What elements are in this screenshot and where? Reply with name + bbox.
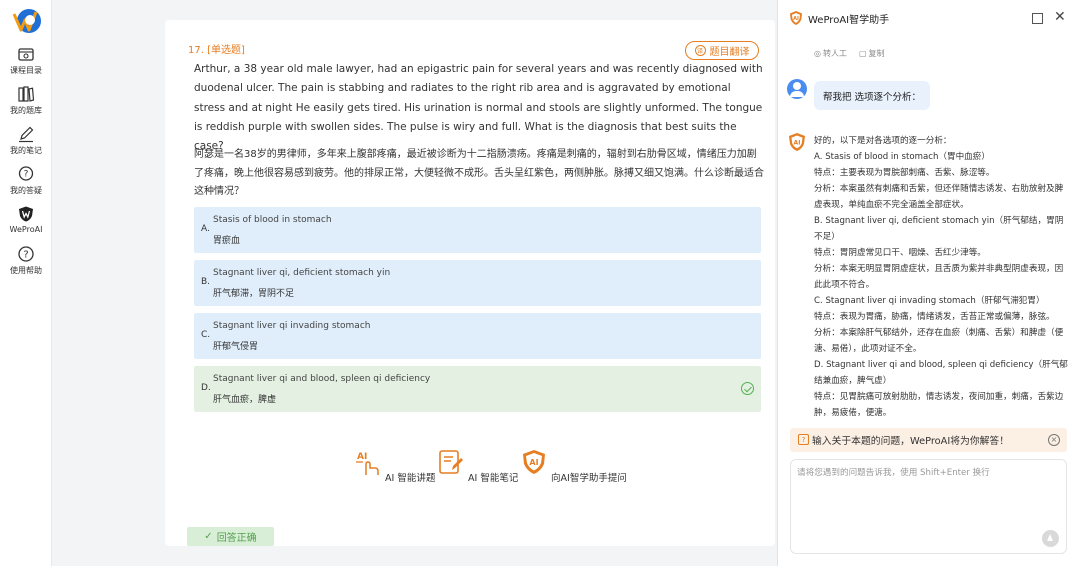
user-avatar [787,79,807,99]
translate-icon: 译 [694,45,706,56]
question-number: 17. [单选题] [188,45,245,56]
nav-item-course-catalog[interactable]: 课程目录 [0,45,52,76]
nav-label: 我的答疑 [10,186,42,195]
nav-label: 我的笔记 [10,146,42,155]
ai-line: C. Stagnant liver qi invading stomach（肝郁… [814,296,1045,306]
app-logo-icon [12,9,41,33]
option-letter: D. [201,383,211,393]
message-actions: ◎ 转人工 ▢ 复制 [814,48,885,59]
svg-text:AI: AI [793,16,799,22]
nav-item-weproai[interactable]: WeProAI [0,205,52,234]
help-icon: ? [18,246,34,262]
left-nav: 课程目录 我的题库 我的笔记 ? 我的答疑 WeProAI ? 使用帮助 [0,0,52,566]
bottom-strip [165,557,775,566]
action-label: 转人工 [822,49,847,58]
nav-item-my-notes[interactable]: 我的笔记 [0,125,52,156]
nav-label: 课程目录 [10,66,42,75]
option-text-cn: 肝气血瘀，脾虚 [213,395,277,405]
ai-notes-button[interactable]: AI 智能笔记 [437,448,518,484]
ai-response: 好的，以下是对各选项的逐一分析： A. Stasis of blood in s… [814,133,1070,433]
ai-line: D. Stagnant liver qi and blood, spleen q… [814,360,1068,386]
option-letter: C. [201,330,211,340]
option-c[interactable]: C. Stagnant liver qi invading stomach 肝郁… [194,313,761,359]
nav-item-my-qa[interactable]: ? 我的答疑 [0,165,52,196]
option-text-en: Stagnant liver qi invading stomach [213,321,371,331]
action-label: 复制 [868,49,885,58]
weproai-shield-icon: AI [790,11,802,25]
ai-lecture-label: AI 智能讲题 [385,473,436,484]
option-d[interactable]: D. Stagnant liver qi and blood, spleen q… [194,366,761,412]
option-letter: B. [201,277,211,287]
translate-label: 题目翻译 [709,47,750,58]
weproai-shield-icon: AI [789,133,805,151]
option-text-cn: 肝郁气侵胃 [213,342,259,352]
question-text-cn: 阿瑟是一名38岁的男律师，多年来上腹部疼痛，最近被诊断为十二指肠溃疡。疼痛是刺痛… [194,149,764,197]
option-text-en: Stagnant liver qi and blood, spleen qi d… [213,374,431,384]
nav-label: 我的题库 [10,106,42,115]
question-chat-icon: ? [18,166,34,181]
svg-text:AI: AI [357,452,367,462]
user-message: 帮我把 选项逐个分析： [814,81,930,110]
option-b[interactable]: B. Stagnant liver qi, deficient stomach … [194,260,761,306]
option-letter: A. [201,224,210,234]
answer-status-label: 回答正确 [216,533,257,544]
nav-item-help[interactable]: ? 使用帮助 [0,245,52,276]
ai-line: B. Stagnant liver qi, deficient stomach … [814,216,1064,242]
question-icon: ? [798,434,809,445]
svg-text:?: ? [24,170,29,180]
weproai-shield-icon [19,206,33,222]
notebook-pen-icon [439,450,463,474]
answer-status-badge: ✓ 回答正确 [187,527,274,546]
ai-line: 分析：本案虽然有刺痛和舌紫，但还伴随情志诱发、右肋放射及脾虚表现，单纯血瘀不完全… [814,184,1064,210]
nav-item-question-bank[interactable]: 我的题库 [0,85,52,116]
folder-search-icon [18,48,34,61]
ai-line: 特点：见胃脘痛可放射肋肋，情志诱发，夜间加重，刺痛，舌紫边肿，易疲倦，便溏。 [814,392,1064,418]
nav-label: 使用帮助 [10,266,42,275]
ai-line: 特点：表现为胃痛，胁痛，情绪诱发，舌苔正常或偏薄，脉弦。 [814,312,1055,322]
ai-line: 好的，以下是对各选项的逐一分析： [814,136,952,146]
question-card: 17. [单选题] 译 题目翻译 Arthur, a 38 year old m… [165,20,775,546]
transfer-human-button[interactable]: ◎ 转人工 [814,48,847,59]
pen-icon [19,126,34,143]
ai-line: A. Stasis of blood in stomach（胃中血瘀） [814,152,990,162]
svg-text:?: ? [23,250,28,261]
close-hint-icon[interactable]: × [1048,434,1060,446]
translate-button[interactable]: 译 题目翻译 [685,41,759,60]
ask-ai-label: 向AI智学助手提问 [551,473,627,484]
close-icon[interactable]: ✕ [1054,10,1066,24]
option-text-cn: 胃瘀血 [213,236,241,246]
panel-header: AI WeProAI智学助手 [788,10,889,26]
expand-icon[interactable] [1032,13,1043,24]
weproai-shield-icon: AI [523,450,545,474]
svg-text:AI: AI [529,458,538,467]
question-input[interactable] [797,466,1059,526]
ai-lecture-button[interactable]: AI AI 智能讲题 [354,448,435,484]
ai-line: 特点：胃阴虚常见口干、咽燥、舌红少津等。 [814,248,986,258]
option-text-en: Stasis of blood in stomach [213,215,332,225]
question-text-en: Arthur, a 38 year old male lawyer, had a… [194,63,763,153]
option-text-en: Stagnant liver qi, deficient stomach yin [213,268,391,278]
ai-hand-icon: AI [356,452,379,475]
hint-banner: ? 输入关于本题的问题，WeProAI将为你解答！ × [790,428,1067,452]
hint-text: 输入关于本题的问题，WeProAI将为你解答！ [812,436,1010,447]
ai-line: 分析：本案无明显胃阴虚症状，且舌质为紫并非典型阴虚表现，因此此项不符合。 [814,264,1064,290]
books-icon [18,86,35,102]
nav-label: WeProAI [9,225,43,234]
question-input-box [790,459,1067,554]
panel-title: WeProAI智学助手 [808,14,890,26]
copy-button[interactable]: ▢ 复制 [859,48,885,59]
check-icon: ✓ [204,531,213,542]
svg-text:AI: AI [794,140,801,147]
ai-line: 特点：主要表现为胃脘部刺痛、舌紫、脉涩等。 [814,168,995,178]
ai-notes-label: AI 智能笔记 [468,473,519,484]
option-text-cn: 肝气郁滞，胃阴不足 [213,289,295,299]
correct-check-icon [741,382,754,395]
send-button[interactable] [1042,530,1059,547]
option-a[interactable]: A. Stasis of blood in stomach 胃瘀血 [194,207,761,253]
ai-line: 分析：本案除肝气郁结外，还存在血瘀（刺痛、舌紫）和脾虚（便溏、易倦），此项对证不… [814,328,1064,354]
ask-ai-assistant-button[interactable]: AI 向AI智学助手提问 [520,448,627,484]
ai-assistant-panel: AI WeProAI智学助手 ✕ ◎ 转人工 ▢ 复制 帮我把 选项逐个分析： … [777,0,1080,566]
